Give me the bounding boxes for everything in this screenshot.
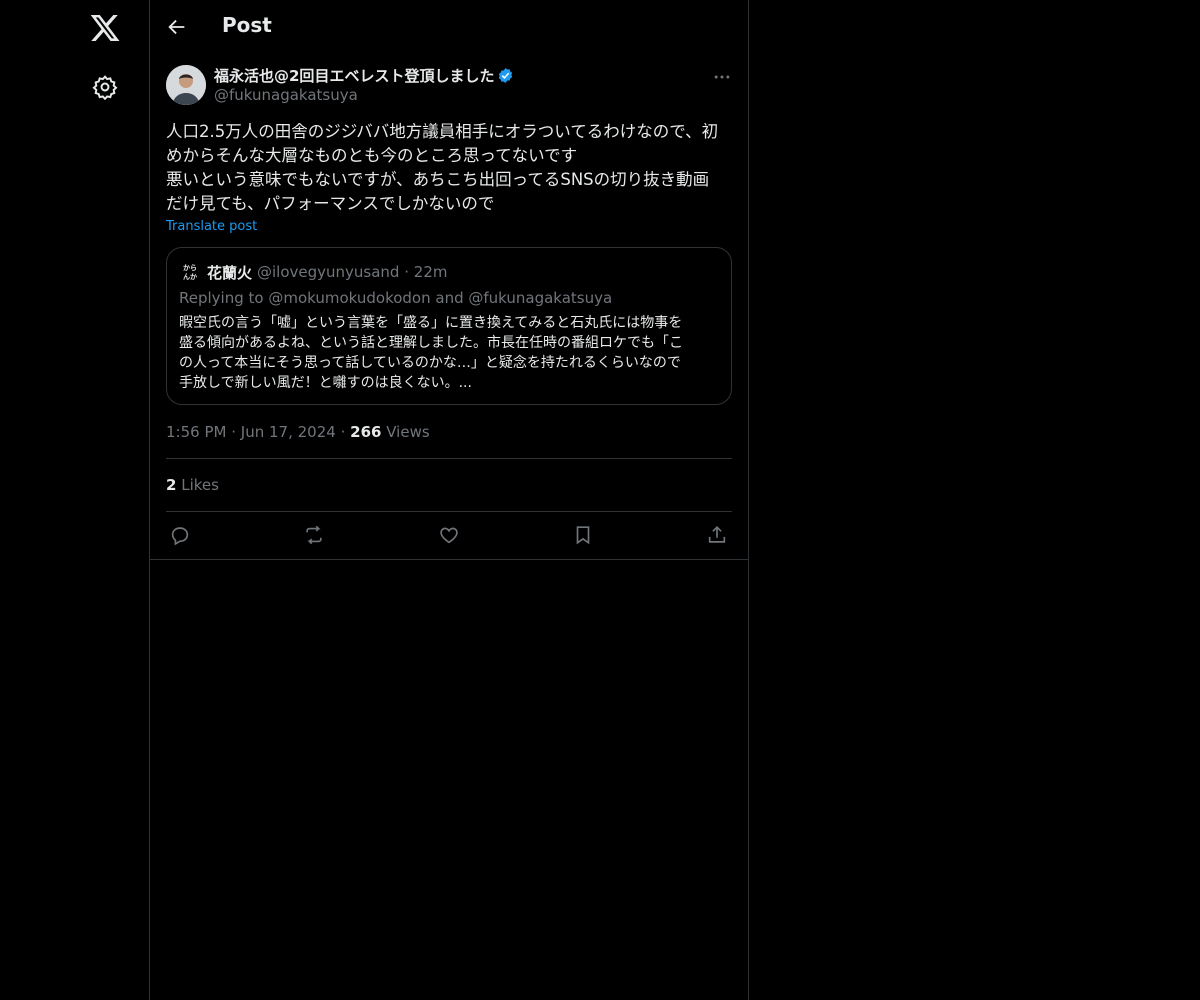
share-icon[interactable]	[706, 524, 730, 548]
quoted-post[interactable]: から んか 花蘭火 @ilovegyunyusand · 22m Replying…	[166, 247, 732, 405]
likes-count[interactable]: 2	[166, 476, 176, 494]
quote-text: 暇空氏の言う「嘘」という言葉を「盛る」に置き換えてみると石丸氏には物事を 盛る傾…	[179, 313, 724, 393]
like-icon[interactable]	[438, 524, 462, 548]
views-label: Views	[386, 423, 430, 441]
quote-avatar[interactable]: から んか	[180, 262, 200, 282]
post-text-line: めからそんな大層なものとも今のところ思ってないです	[166, 146, 578, 165]
likes-label[interactable]: Likes	[181, 476, 219, 494]
page-title: Post	[222, 13, 272, 37]
post-text-line: 悪いという意味でもないですが、あちこち出回ってるSNSの切り抜き動画	[166, 170, 710, 189]
avatar[interactable]	[166, 65, 206, 105]
separator: ·	[340, 423, 346, 441]
post-text-line: 人口2.5万人の田舎のジジババ地方議員相手にオラついてるわけなので、初	[166, 122, 719, 141]
likes-summary[interactable]: 2 Likes	[166, 476, 219, 494]
divider	[166, 511, 732, 512]
author-handle[interactable]: @fukunagakatsuya	[214, 86, 358, 104]
quote-age[interactable]: 22m	[414, 263, 448, 281]
post-text-line: だけ見ても、パフォーマンスでしかないので	[166, 194, 495, 213]
arrow-left-icon[interactable]	[166, 16, 188, 38]
divider	[150, 559, 748, 560]
quote-text-line: 暇空氏の言う「嘘」という言葉を「盛る」に置き換えてみると石丸氏には物事を	[179, 315, 683, 331]
post-author: 福永活也@2回目エベレスト登頂しました @fukunagakatsuya	[166, 65, 732, 105]
quote-text-line: 手放しで新しい風だ！と囃すのは良くない。...	[179, 375, 472, 391]
separator: ·	[404, 263, 410, 281]
post-timestamp: 1:56 PM · Jun 17, 2024 · 266 Views	[166, 423, 430, 441]
svg-text:から: から	[183, 264, 197, 272]
gear-icon[interactable]	[92, 74, 118, 100]
quote-replying-to: Replying to @mokumokudokodon and @fukuna…	[179, 289, 613, 307]
bookmark-icon[interactable]	[572, 524, 596, 548]
quote-text-line: の人って本当にそう思って話しているのかな…」と疑念を持たれるくらいなので	[179, 355, 681, 371]
post-date[interactable]: Jun 17, 2024	[241, 423, 336, 441]
page-header: Post	[150, 0, 748, 54]
quote-author-name[interactable]: 花蘭火	[207, 262, 252, 283]
reply-icon[interactable]	[169, 524, 193, 548]
verified-badge-icon	[497, 67, 514, 84]
post-text: 人口2.5万人の田舎のジジババ地方議員相手にオラついてるわけなので、初 めからそ…	[166, 120, 736, 216]
author-name[interactable]: 福永活也@2回目エベレスト登頂しました	[214, 65, 514, 86]
left-sidebar	[0, 0, 150, 1000]
svg-text:んか: んか	[183, 273, 197, 281]
main-column: Post 福永活也@2回目エベレスト登頂しました @fukunagakatsuy…	[150, 0, 749, 1000]
repost-icon[interactable]	[303, 524, 327, 548]
quote-meta: @ilovegyunyusand · 22m	[257, 263, 448, 281]
author-name-text[interactable]: 福永活也@2回目エベレスト登頂しました	[214, 67, 494, 85]
quote-text-line: 盛る傾向があるよね、という話と理解しました。市長在任時の番組ロケでも「こ	[179, 335, 683, 351]
views-count: 266	[350, 423, 382, 441]
x-logo-icon[interactable]	[89, 12, 121, 44]
separator: ·	[231, 423, 237, 441]
action-bar	[150, 524, 748, 548]
more-options-icon[interactable]	[712, 67, 732, 87]
translate-post-link[interactable]: Translate post	[166, 219, 257, 234]
post-time[interactable]: 1:56 PM	[166, 423, 226, 441]
divider	[166, 458, 732, 459]
quote-handle[interactable]: @ilovegyunyusand	[257, 263, 399, 281]
